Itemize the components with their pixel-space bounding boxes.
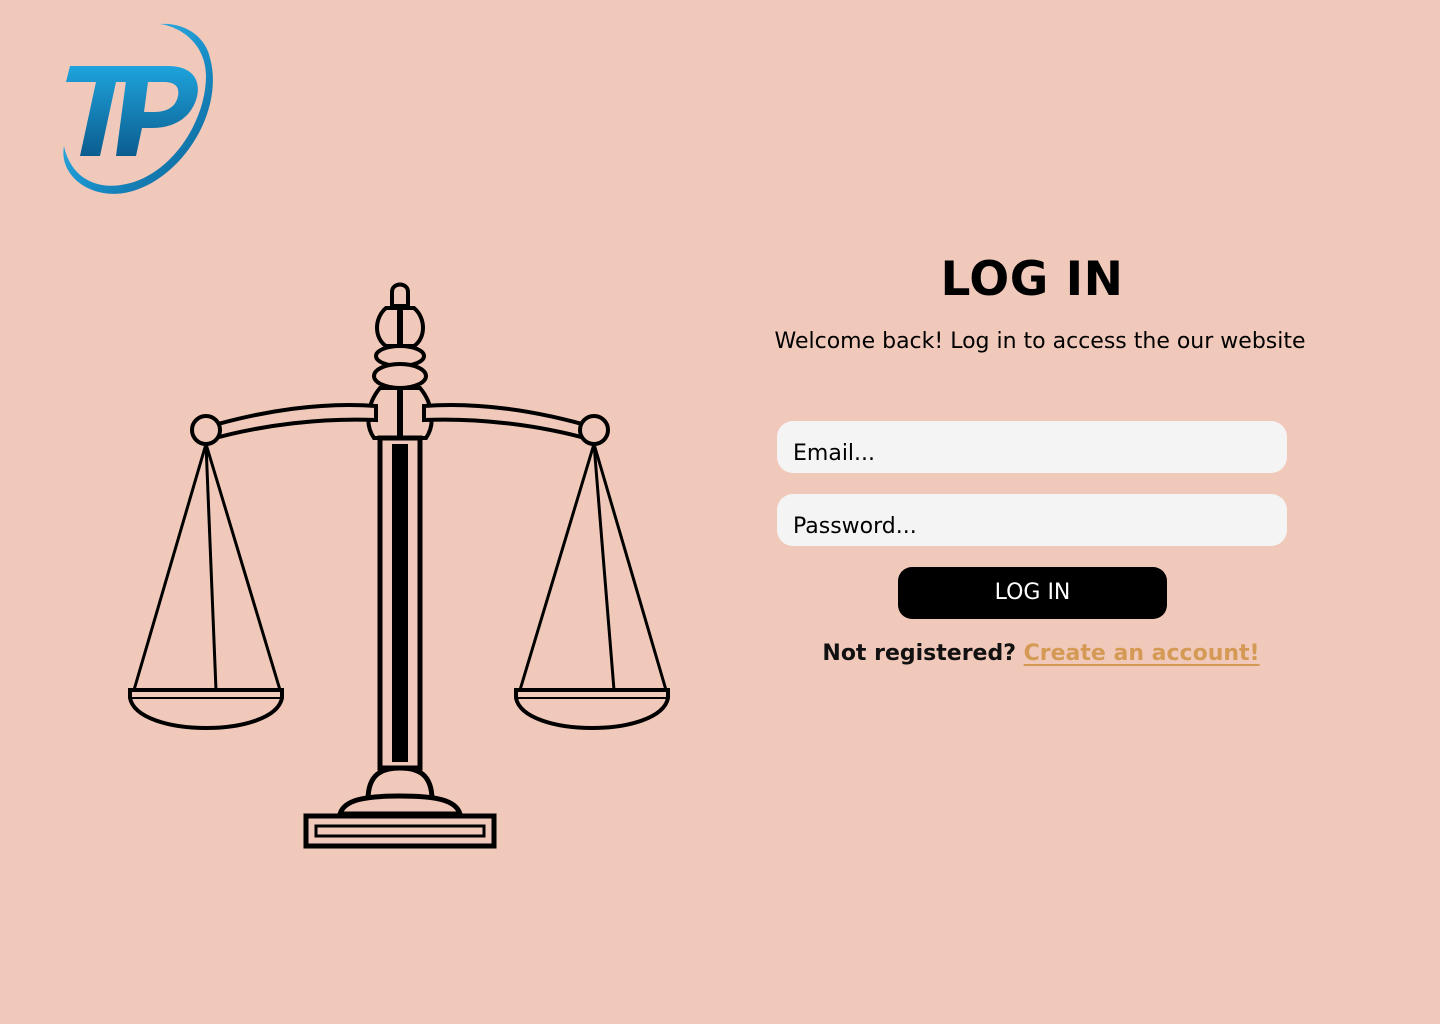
page-subtitle: Welcome back! Log in to access the our w… [774, 329, 1306, 354]
scales-illustration [124, 278, 676, 852]
scales-of-justice-icon [128, 282, 670, 849]
password-field[interactable] [777, 494, 1287, 546]
register-prompt-text: Not registered? [822, 641, 1024, 666]
tp-logo-icon [63, 23, 213, 194]
brand-logo[interactable] [56, 18, 218, 200]
create-account-link[interactable]: Create an account! [1024, 641, 1260, 666]
page-title: LOG IN [940, 252, 1124, 307]
login-button[interactable]: LOG IN [898, 567, 1167, 619]
email-field[interactable] [777, 421, 1287, 473]
register-prompt-row: Not registered? Create an account! [740, 640, 1324, 668]
